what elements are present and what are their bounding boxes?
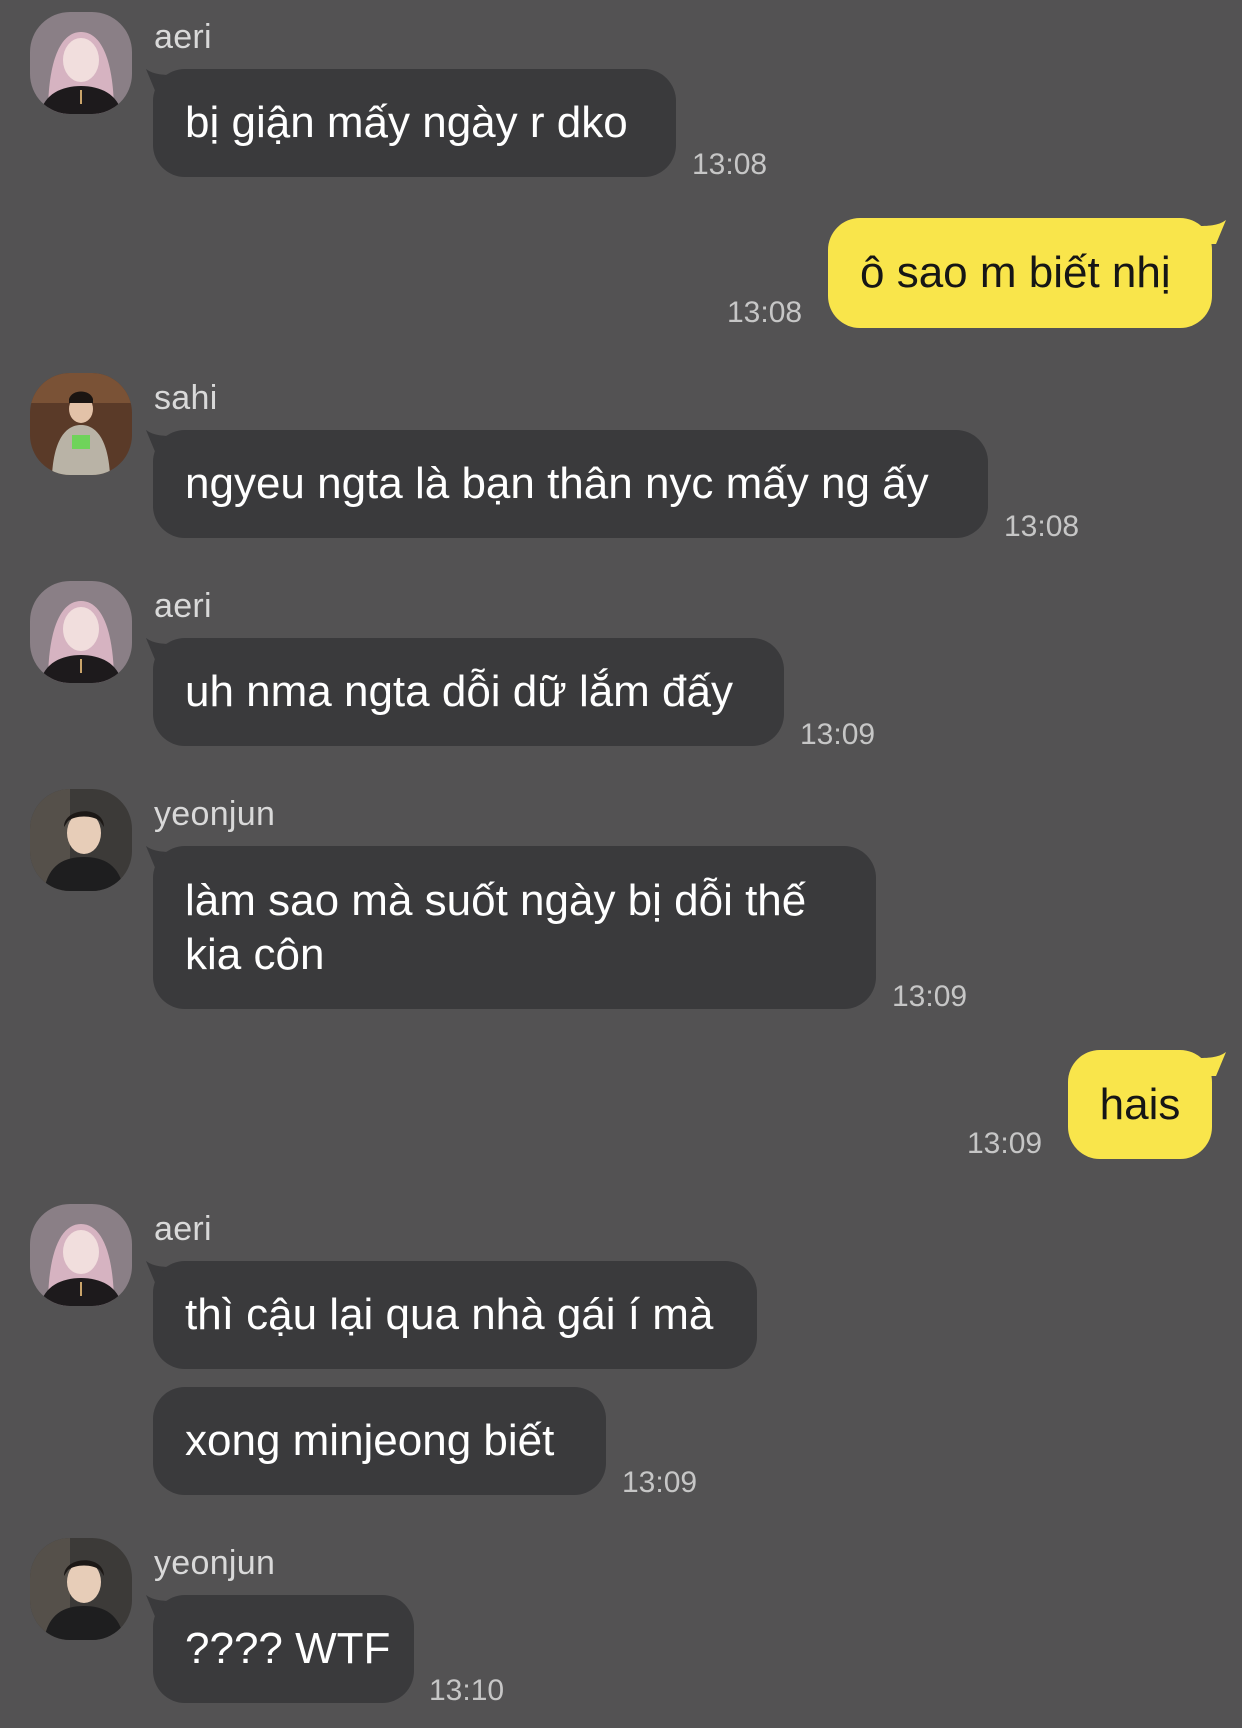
message-bubble[interactable]: thì cậu lại qua nhà gái í mà (153, 1261, 757, 1369)
sender-name: aeri (154, 18, 212, 56)
message-bubble[interactable]: ???? WTF (153, 1595, 414, 1703)
message-time: 13:08 (727, 296, 803, 329)
sender-name: yeonjun (154, 795, 276, 833)
bubble-tail (1196, 1052, 1226, 1076)
avatar-aeri[interactable] (30, 581, 132, 683)
message-bubble[interactable]: uh nma ngta dỗi dữ lắm đấy (153, 638, 784, 746)
avatar-yeonjun[interactable] (30, 1538, 132, 1640)
message-bubble[interactable]: làm sao mà suốt ngày bị dỗi thế kia côn (153, 846, 876, 1009)
sender-name: aeri (154, 587, 212, 625)
message-time: 13:10 (429, 1674, 505, 1707)
message-time: 13:09 (967, 1127, 1043, 1160)
message-bubble[interactable]: bị giận mấy ngày r dko (153, 69, 676, 177)
message-bubble[interactable]: xong minjeong biết (153, 1387, 606, 1495)
message-bubble-outgoing[interactable]: ô sao m biết nhị (828, 218, 1212, 328)
chat-thread[interactable]: aeri bị giận mấy ngày r dko 13:08 13:08 … (0, 0, 1242, 1728)
avatar-sahi[interactable] (30, 373, 132, 475)
avatar-aeri[interactable] (30, 1204, 132, 1306)
sender-name: yeonjun (154, 1544, 276, 1582)
message-time: 13:09 (892, 980, 968, 1013)
message-bubble[interactable]: ngyeu ngta là bạn thân nyc mấy ng ấy (153, 430, 988, 538)
avatar-yeonjun[interactable] (30, 789, 132, 891)
message-time: 13:09 (800, 718, 876, 751)
bubble-tail (1196, 220, 1226, 244)
avatar-aeri[interactable] (30, 12, 132, 114)
sender-name: aeri (154, 1210, 212, 1248)
sender-name: sahi (154, 379, 218, 417)
message-time: 13:09 (622, 1466, 698, 1499)
message-time: 13:08 (1004, 510, 1080, 543)
message-time: 13:08 (692, 148, 768, 181)
message-bubble-outgoing[interactable]: hais (1068, 1050, 1212, 1159)
